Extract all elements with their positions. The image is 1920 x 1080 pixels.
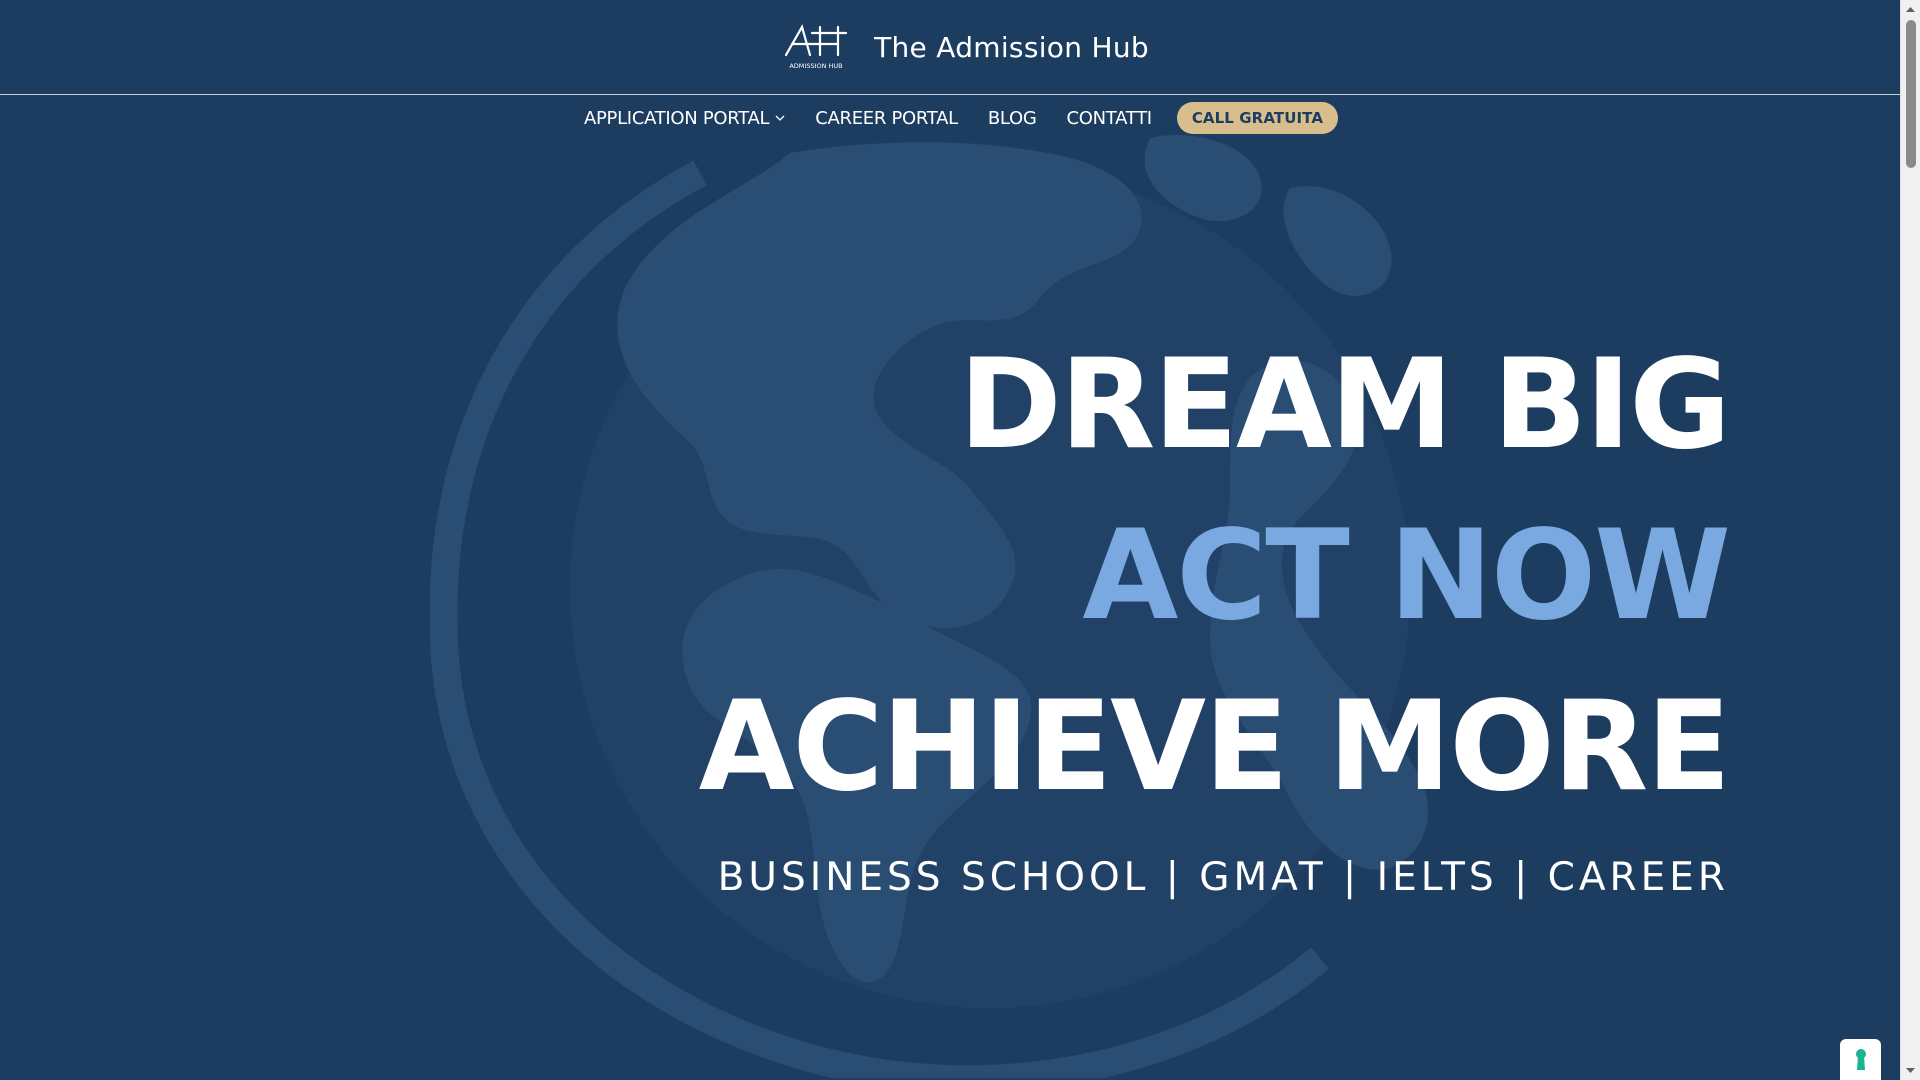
nav-item-contatti[interactable]: CONTATTI xyxy=(1052,108,1167,129)
scroll-up-arrow-icon[interactable] xyxy=(1904,3,1917,16)
chevron-down-icon xyxy=(775,115,785,121)
nav-item-label: BLOG xyxy=(987,107,1037,129)
hero-line-dream-big: DREAM BIG xyxy=(958,333,1731,477)
privacy-settings-button[interactable] xyxy=(1840,1039,1881,1080)
site-header: ADMISSION HUB The Admission Hub xyxy=(0,0,1901,95)
nav-item-career-portal[interactable]: CAREER PORTAL xyxy=(800,108,973,129)
hero-section: DREAM BIG ACT NOW ACHIEVE MORE BUSINESS … xyxy=(698,320,1731,900)
hero-line-achieve-more: ACHIEVE MORE xyxy=(698,675,1731,819)
brand-name: The Admission Hub xyxy=(874,30,1149,64)
scrollbar-thumb[interactable] xyxy=(1906,20,1916,168)
nav-item-label: CONTATTI xyxy=(1066,107,1153,129)
keyhole-icon xyxy=(1855,1048,1866,1070)
scroll-down-arrow-icon[interactable] xyxy=(1904,1064,1917,1077)
main-navigation: APPLICATION PORTAL CAREER PORTAL BLOG CO… xyxy=(0,100,1901,136)
admission-hub-logo: ADMISSION HUB xyxy=(784,24,848,70)
nav-list: APPLICATION PORTAL CAREER PORTAL BLOG CO… xyxy=(569,102,1339,134)
page: ADMISSION HUB The Admission Hub APPLICAT… xyxy=(0,0,1920,1080)
hero-line-act-now: ACT NOW xyxy=(1082,504,1731,648)
nav-item-blog[interactable]: BLOG xyxy=(973,108,1052,129)
brand-link[interactable]: ADMISSION HUB The Admission Hub xyxy=(782,23,1149,71)
call-gratuita-button[interactable]: CALL GRATUITA xyxy=(1176,102,1339,134)
logo-caption: ADMISSION HUB xyxy=(789,62,842,70)
nav-item-label: CAREER PORTAL xyxy=(815,107,958,129)
nav-item-application-portal[interactable]: APPLICATION PORTAL xyxy=(569,108,800,129)
hero-subtitle: BUSINESS SCHOOL | GMAT | IELTS | CAREER xyxy=(717,855,1729,900)
vertical-scrollbar[interactable] xyxy=(1900,0,1920,1080)
nav-item-label: APPLICATION PORTAL xyxy=(583,107,770,129)
